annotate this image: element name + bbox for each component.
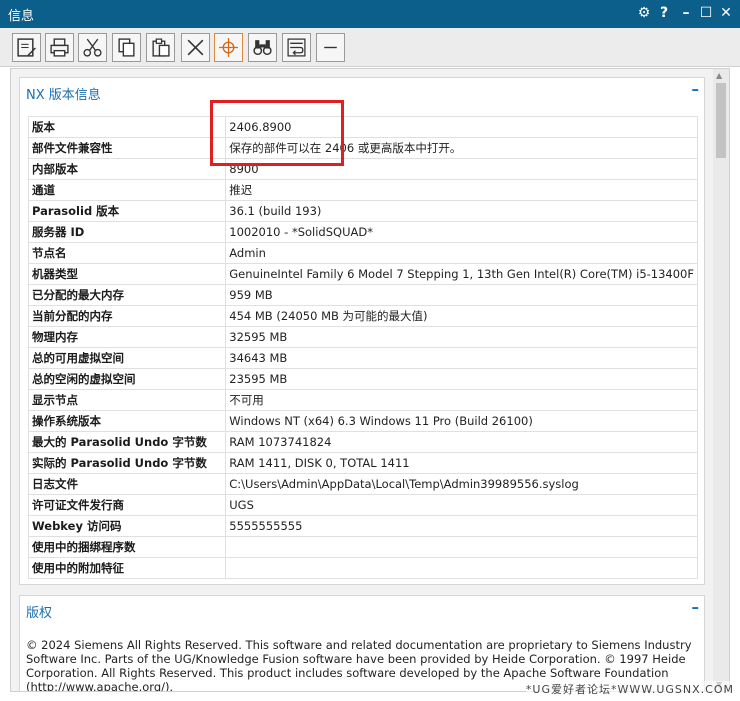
row-key: 内部版本 xyxy=(27,158,227,180)
row-key: 当前分配的内存 xyxy=(27,305,227,327)
title-bar: 信息 ⚙ ? – ☐ ✕ xyxy=(0,0,740,28)
window-title: 信息 xyxy=(8,9,35,24)
row-key: 部件文件兼容性 xyxy=(27,137,227,159)
save-icon[interactable] xyxy=(12,33,41,62)
table-row: 服务器 ID 1002010 - *SolidSQUAD* xyxy=(27,221,698,243)
table-row: 通道 推迟 xyxy=(27,179,698,201)
minimize-icon[interactable]: – xyxy=(676,3,696,23)
crosshair-icon[interactable] xyxy=(214,33,243,62)
print-icon[interactable] xyxy=(45,33,74,62)
row-value: RAM 1411, DISK 0, TOTAL 1411 xyxy=(225,452,698,474)
row-value: 32595 MB xyxy=(225,326,698,348)
table-row: 操作系统版本 Windows NT (x64) 6.3 Windows 11 Pr… xyxy=(27,410,698,432)
collapse-button[interactable]: – xyxy=(692,80,700,98)
table-row: 当前分配的内存 454 MB (24050 MB 为可能的最大值) xyxy=(27,305,698,327)
row-value: 5555555555 xyxy=(225,515,698,537)
row-key: 已分配的最大内存 xyxy=(27,284,227,306)
content-area: NX 版本信息 – 版本 2406.8900 部件文件兼容性 保存的部件可以在 240… xyxy=(10,68,730,692)
row-key: 通道 xyxy=(27,179,227,201)
copy-icon[interactable] xyxy=(112,33,141,62)
table-row: Webkey 访问码 5555555555 xyxy=(27,515,698,537)
row-key: 总的空闲的虚拟空间 xyxy=(27,368,227,390)
row-key: 最大的 Parasolid Undo 字节数 xyxy=(27,431,227,453)
scroll-up-icon[interactable]: ▲ xyxy=(716,71,722,80)
row-value: 959 MB xyxy=(225,284,698,306)
highlight-box xyxy=(210,100,344,166)
row-value: Admin xyxy=(225,242,698,264)
watermark: *UG爱好者论坛*WWW.UGSNX.COM xyxy=(525,681,734,697)
paste-icon[interactable] xyxy=(146,33,175,62)
row-value: 不可用 xyxy=(225,389,698,411)
row-value: GenuineIntel Family 6 Model 7 Stepping 1… xyxy=(225,263,698,285)
row-key: Webkey 访问码 xyxy=(27,515,227,537)
table-row: 节点名 Admin xyxy=(27,242,698,264)
close-icon[interactable]: ✕ xyxy=(716,3,736,23)
row-value: C:\Users\Admin\AppData\Local\Temp\Admin3… xyxy=(225,473,698,495)
collapse-icon[interactable] xyxy=(316,33,345,62)
row-key: 操作系统版本 xyxy=(27,410,227,432)
row-value: RAM 1073741824 xyxy=(225,431,698,453)
table-row: 最大的 Parasolid Undo 字节数 RAM 1073741824 xyxy=(27,431,698,453)
clear-icon[interactable] xyxy=(181,33,210,62)
table-row: 显示节点 不可用 xyxy=(27,389,698,411)
table-row: Parasolid 版本 36.1 (build 193) xyxy=(27,200,698,222)
row-key: Parasolid 版本 xyxy=(27,200,227,222)
settings-icon[interactable]: ⚙ xyxy=(634,3,654,23)
vertical-scrollbar[interactable]: ▲ ▼ xyxy=(713,69,729,691)
cut-icon[interactable] xyxy=(78,33,107,62)
row-value: 23595 MB xyxy=(225,368,698,390)
panel-title: 版权 xyxy=(26,606,53,621)
table-row: 实际的 Parasolid Undo 字节数 RAM 1411, DISK 0, … xyxy=(27,452,698,474)
wrap-text-icon[interactable] xyxy=(282,33,311,62)
table-row: 部件文件兼容性 保存的部件可以在 2406 或更高版本中打开。 xyxy=(27,137,698,159)
table-row: 内部版本 8900 xyxy=(27,158,698,180)
row-key: 机器类型 xyxy=(27,263,227,285)
row-value: UGS xyxy=(225,494,698,516)
row-value: 34643 MB xyxy=(225,347,698,369)
copyright-panel: 版权 – © 2024 Siemens All Rights Reserved.… xyxy=(19,595,705,691)
table-row: 物理内存 32595 MB xyxy=(27,326,698,348)
collapse-button[interactable]: – xyxy=(692,598,700,616)
table-row: 已分配的最大内存 959 MB xyxy=(27,284,698,306)
row-key: 服务器 ID xyxy=(27,221,227,243)
table-row: 许可证文件发行商 UGS xyxy=(27,494,698,516)
table-row: 总的可用虚拟空间 34643 MB xyxy=(27,347,698,369)
row-key: 显示节点 xyxy=(27,389,227,411)
row-key: 实际的 Parasolid Undo 字节数 xyxy=(27,452,227,474)
row-key: 使用中的附加特征 xyxy=(27,557,227,579)
binoculars-icon[interactable] xyxy=(248,33,277,62)
table-row: 版本 2406.8900 xyxy=(27,116,698,138)
table-row: 使用中的附加特征 xyxy=(27,557,698,579)
row-value xyxy=(225,536,698,558)
table-row: 总的空闲的虚拟空间 23595 MB xyxy=(27,368,698,390)
row-key: 总的可用虚拟空间 xyxy=(27,347,227,369)
row-value: 36.1 (build 193) xyxy=(225,200,698,222)
row-key: 物理内存 xyxy=(27,326,227,348)
info-table: 版本 2406.8900 部件文件兼容性 保存的部件可以在 2406 或更高版本中打开… xyxy=(27,116,698,579)
row-value: 1002010 - *SolidSQUAD* xyxy=(225,221,698,243)
row-value: 推迟 xyxy=(225,179,698,201)
table-row: 日志文件 C:\Users\Admin\AppData\Local\Temp\Ad… xyxy=(27,473,698,495)
row-key: 版本 xyxy=(27,116,227,138)
toolbar xyxy=(0,28,740,67)
scroll-thumb[interactable] xyxy=(716,83,726,158)
row-key: 节点名 xyxy=(27,242,227,264)
row-value: Windows NT (x64) 6.3 Windows 11 Pro (Bui… xyxy=(225,410,698,432)
row-value xyxy=(225,557,698,579)
row-key: 许可证文件发行商 xyxy=(27,494,227,516)
nx-version-panel: NX 版本信息 – 版本 2406.8900 部件文件兼容性 保存的部件可以在 240… xyxy=(19,77,705,585)
row-key: 日志文件 xyxy=(27,473,227,495)
panel-title: NX 版本信息 xyxy=(26,88,101,103)
table-row: 使用中的捆绑程序数 xyxy=(27,536,698,558)
help-icon[interactable]: ? xyxy=(654,3,674,23)
row-key: 使用中的捆绑程序数 xyxy=(27,536,227,558)
table-row: 机器类型 GenuineIntel Family 6 Model 7 Steppi… xyxy=(27,263,698,285)
row-value: 454 MB (24050 MB 为可能的最大值) xyxy=(225,305,698,327)
maximize-icon[interactable]: ☐ xyxy=(696,3,716,23)
